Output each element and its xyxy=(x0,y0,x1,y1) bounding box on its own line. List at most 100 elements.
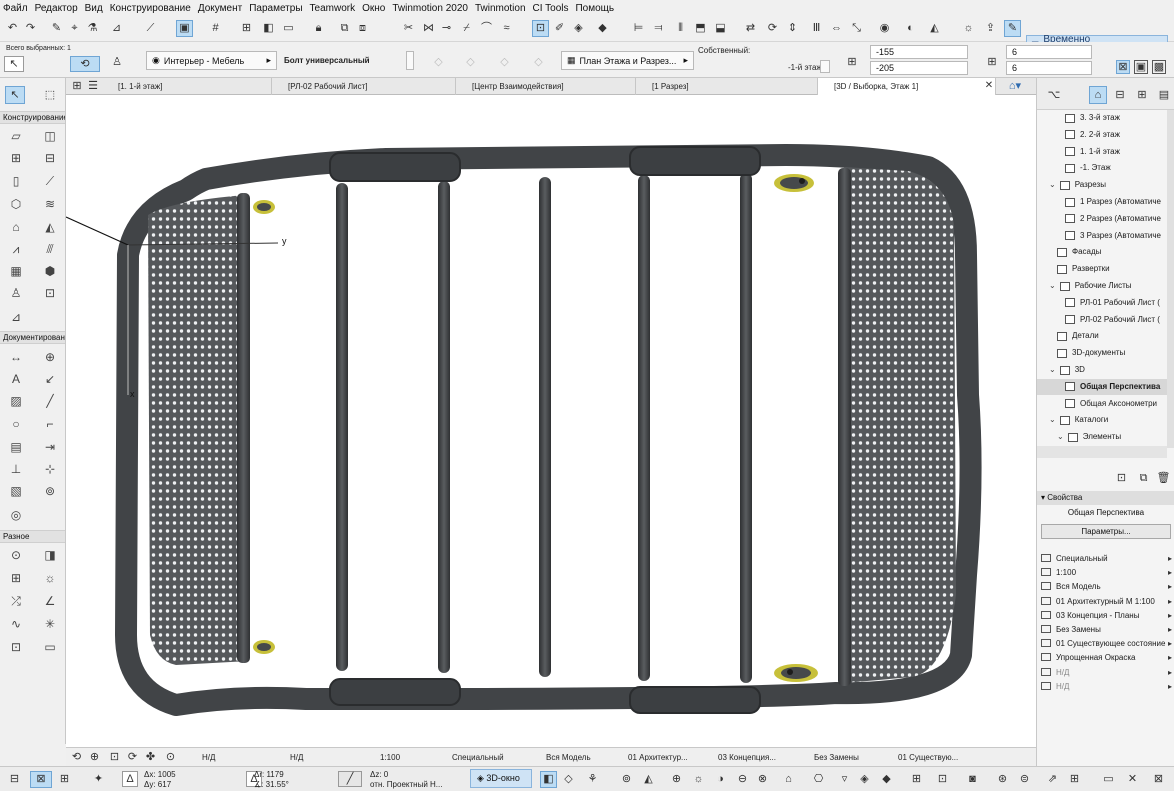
trace-icon[interactable]: ⧉ xyxy=(336,20,353,37)
railing-icon[interactable]: ⫻ xyxy=(40,240,60,258)
skylight-icon[interactable]: ⩘ xyxy=(6,240,26,258)
dim-field-1[interactable]: -155 xyxy=(870,45,968,59)
toggle-a-icon[interactable]: ⊠ xyxy=(1116,60,1130,74)
zoom-icon[interactable]: ⊙ xyxy=(162,749,179,766)
fillet-icon[interactable]: ⌒ xyxy=(478,20,495,37)
lock-icon[interactable]: 🔒︎ xyxy=(310,20,327,37)
property-row[interactable]: Н/Д ▸ xyxy=(1037,680,1174,694)
wall-end-icon[interactable]: ◨ xyxy=(40,546,60,564)
3d-section-icon[interactable]: ⊡ xyxy=(934,771,951,788)
split-icon[interactable]: ⋈ xyxy=(420,20,437,37)
wall-icon[interactable]: ▱ xyxy=(6,127,26,145)
edit-group-icon[interactable]: ✐ xyxy=(551,20,568,37)
toggle-c-icon[interactable]: ▩ xyxy=(1152,60,1166,74)
num-field-1[interactable]: 6 xyxy=(1006,45,1092,59)
layer-dropdown[interactable]: ◉ Интерьер - Мебель ▸ xyxy=(146,51,277,70)
polyline-icon[interactable]: ⌐ xyxy=(40,415,60,433)
property-row[interactable]: Вся Модель ▸ xyxy=(1037,580,1174,594)
tab-worksheet[interactable]: [РЛ-02 Рабочий Лист] xyxy=(272,78,456,95)
elevation-icon[interactable]: ⊥ xyxy=(6,460,26,478)
tree-item[interactable]: 1. 1-й этаж xyxy=(1037,144,1167,160)
3d-cutaway-icon[interactable]: ⊕ xyxy=(668,771,685,788)
property-row[interactable]: Специальный ▸ xyxy=(1037,552,1174,566)
3d-style-icon[interactable]: ◧ xyxy=(540,771,557,788)
tree-item[interactable]: 3. 3-й этаж xyxy=(1037,110,1167,126)
3d-more-icon[interactable]: ⊠ xyxy=(1150,771,1167,788)
tree-item[interactable]: ⌄ 3D xyxy=(1037,362,1167,378)
3d-surface-icon[interactable]: ◈ xyxy=(856,771,873,788)
shell-icon[interactable]: ◭ xyxy=(40,218,60,236)
selection-arrow-icon[interactable]: ↖ xyxy=(4,56,24,72)
tree-item[interactable]: Детали xyxy=(1037,328,1167,344)
interior-elevation-icon[interactable]: ⊹ xyxy=(40,460,60,478)
hotspot-icon[interactable]: ⊙ xyxy=(6,546,26,564)
3d-fly-icon[interactable]: ▿ xyxy=(836,771,853,788)
picture-icon[interactable]: ⊡ xyxy=(6,638,26,656)
section-design[interactable]: Конструирование xyxy=(0,111,65,124)
tab-section-1[interactable]: [1 Разрез] xyxy=(636,78,818,95)
expand-arrow[interactable] xyxy=(406,51,414,70)
params-button[interactable]: Параметры... xyxy=(1041,524,1171,539)
tree-item[interactable]: ⌄ Каталоги xyxy=(1037,412,1167,428)
undo-icon[interactable]: ↶ xyxy=(4,20,21,37)
chevron-down-icon[interactable]: ⌄ xyxy=(1049,278,1056,294)
3d-filter-icon[interactable]: ◭ xyxy=(640,771,657,788)
window-icon[interactable]: ⊞ xyxy=(6,149,26,167)
circle-icon[interactable]: ○ xyxy=(6,415,26,433)
eye-icon[interactable]: ◉ xyxy=(876,20,893,37)
snap-mode-icon[interactable]: ⊠ xyxy=(30,771,52,788)
status-scale[interactable]: 1:100 xyxy=(380,748,400,767)
tree-item[interactable]: РЛ-02 Рабочий Лист ( xyxy=(1037,312,1167,328)
group-icon[interactable]: ⊡ xyxy=(532,20,549,37)
status-concept[interactable]: 03 Концепция... xyxy=(718,748,776,767)
3d-shadow-icon[interactable]: ◑ xyxy=(712,771,729,788)
align-left-icon[interactable]: ⊨ xyxy=(630,20,647,37)
navigator-map-icon[interactable]: ⌥ xyxy=(1043,86,1065,104)
tree-hscrollbar[interactable] xyxy=(1037,446,1167,458)
status-model[interactable]: Вся Модель xyxy=(546,748,591,767)
curtain-wall-icon[interactable]: ▦ xyxy=(6,262,26,280)
status-special[interactable]: Специальный xyxy=(452,748,504,767)
send-back-icon[interactable]: ⬓ xyxy=(712,20,729,37)
figure-icon[interactable]: ⤮ xyxy=(6,592,26,610)
drawing-icon[interactable]: ▤ xyxy=(6,438,26,456)
column-icon[interactable]: Ⅲ xyxy=(808,20,825,37)
tab-3d[interactable]: [3D / Выборка, Этаж 1] xyxy=(818,78,996,95)
door-icon[interactable]: ◫ xyxy=(40,127,60,145)
lamp-icon[interactable]: ☼ xyxy=(40,569,60,587)
zoom-in-icon[interactable]: ⊕ xyxy=(86,749,103,766)
3d-camera-icon[interactable]: ◙ xyxy=(964,771,981,788)
num-field-2[interactable]: 6 xyxy=(1006,61,1092,75)
tree-item[interactable]: Фасады xyxy=(1037,244,1167,260)
align-right-icon[interactable]: ⫤ xyxy=(650,20,667,37)
radial-icon[interactable]: ✳ xyxy=(40,615,60,633)
close-tab-icon[interactable]: ✕ xyxy=(983,78,995,94)
undo-zoom-icon[interactable]: ⟲ xyxy=(68,749,85,766)
menu-ci-tools[interactable]: CI Tools xyxy=(533,3,569,14)
spline-icon[interactable]: ∿ xyxy=(6,615,26,633)
roof-icon[interactable]: ⌂ xyxy=(6,218,26,236)
tab-menu-icon[interactable]: ⌂▾ xyxy=(1003,78,1027,94)
line-icon[interactable]: ╱ xyxy=(40,392,60,410)
layout-book-icon[interactable]: ⊞ xyxy=(1133,86,1151,104)
intersect-icon[interactable]: ⌿ xyxy=(458,20,475,37)
3d-export-icon[interactable]: ⇗ xyxy=(1044,771,1061,788)
3d-walk-icon[interactable]: ⎔ xyxy=(810,771,827,788)
3d-grid-icon[interactable]: ⊞ xyxy=(1066,771,1083,788)
property-row[interactable]: Без Замены ▸ xyxy=(1037,623,1174,637)
suspend-groups-icon[interactable]: ▣ xyxy=(176,20,193,37)
toggle-b-icon[interactable]: ▣ xyxy=(1134,60,1148,74)
3d-nav-icon[interactable]: ⚘ xyxy=(584,771,601,788)
beam-icon[interactable]: ⟋ xyxy=(40,172,60,190)
walk-icon[interactable]: ✤ xyxy=(142,749,159,766)
3d-window-button[interactable]: ◈ 3D-окно xyxy=(470,769,532,788)
tab-interaction-center[interactable]: [Центр Взаимодействия] xyxy=(456,78,636,95)
label-icon[interactable]: ↙ xyxy=(40,370,60,388)
scissors-icon[interactable]: ✂ xyxy=(400,20,417,37)
menu-help[interactable]: Помощь xyxy=(575,3,614,14)
slab-icon[interactable]: ⬡ xyxy=(6,195,26,213)
3d-xray-icon[interactable]: ⊗ xyxy=(754,771,771,788)
floor-arrow[interactable] xyxy=(820,60,830,73)
3d-overlay-icon[interactable]: ⊜ xyxy=(1016,771,1033,788)
trace-options-icon[interactable]: ⧈ xyxy=(354,20,371,37)
